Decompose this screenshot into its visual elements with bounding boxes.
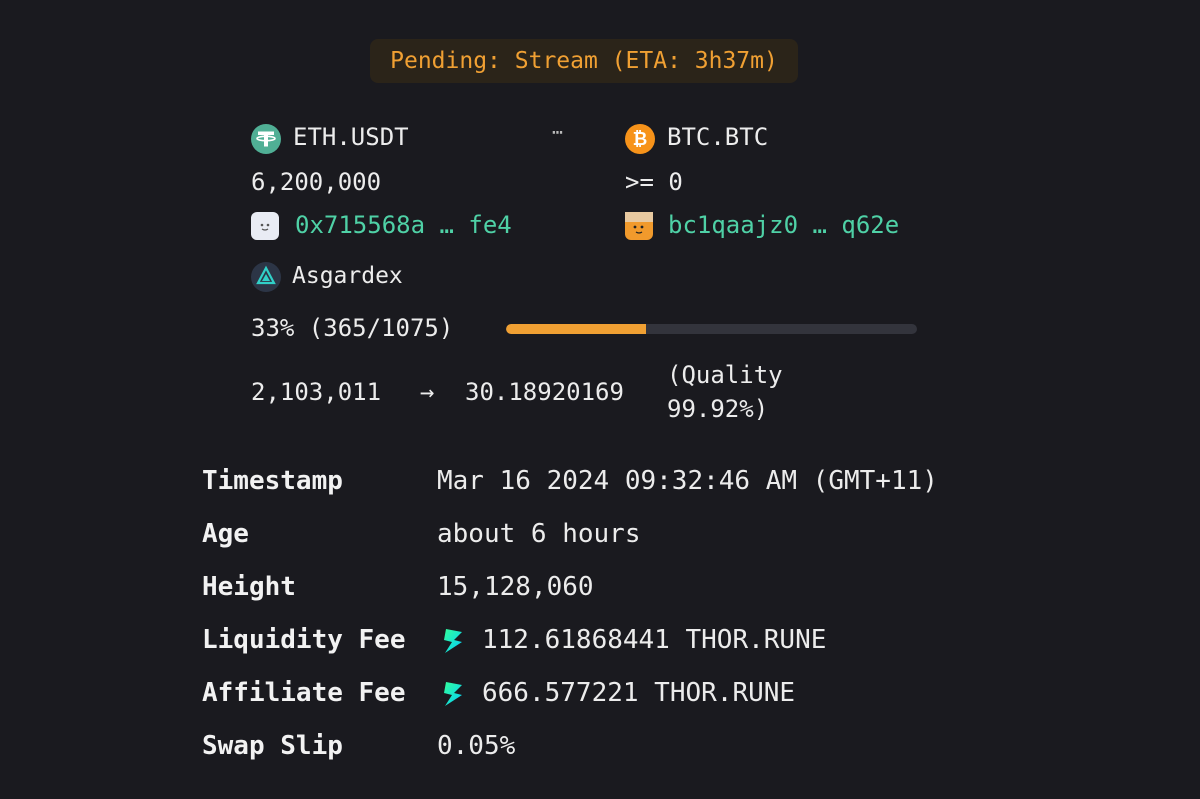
from-address-link[interactable]: 0x715568a … fe4 [295, 211, 512, 239]
to-address-link[interactable]: bc1qaajz0 … q62e [668, 211, 899, 239]
btc-coin-icon: ₿ [625, 124, 655, 154]
usdt-coin-icon [251, 124, 281, 154]
timestamp-value: Mar 16 2024 09:32:46 AM (GMT+11) [437, 466, 938, 496]
age-label: Age [202, 519, 249, 549]
stream-progress-text: 33% (365/1075) [251, 314, 454, 342]
height-link[interactable]: 15,128,060 [437, 572, 594, 602]
from-asset-name[interactable]: ETH.USDT [293, 123, 409, 151]
asgardex-logo-icon [251, 262, 281, 292]
stream-input-amount: 2,103,011 [251, 378, 382, 406]
rune-bolt-icon [442, 681, 464, 707]
stream-quality-line2: 99.92%) [667, 395, 769, 423]
stream-output-amount: 30.18920169 [465, 378, 624, 406]
stream-arrow-icon: → [420, 378, 435, 406]
to-amount: >= 0 [625, 168, 683, 196]
status-badge: Pending: Stream (ETA: 3h37m) [370, 39, 798, 83]
to-asset-name[interactable]: BTC.BTC [667, 123, 768, 151]
timestamp-label: Timestamp [202, 466, 343, 496]
svg-text:₿: ₿ [633, 129, 648, 150]
stream-quality-line1: (Quality [667, 361, 783, 389]
swap-separator: ⋯ [552, 122, 563, 143]
swap-slip-value: 0.05% [437, 731, 516, 761]
stream-progress-bar [506, 324, 917, 334]
age-value: about 6 hours [437, 519, 641, 549]
from-wallet-avatar-icon [251, 212, 279, 240]
rune-bolt-icon [442, 628, 464, 654]
from-amount: 6,200,000 [251, 168, 382, 196]
affiliate-fee-label: Affiliate Fee [202, 678, 406, 708]
affiliate-fee-value: 666.577221 THOR.RUNE [482, 678, 796, 708]
swap-slip-label: Swap Slip [202, 731, 343, 761]
stream-progress-fill [506, 324, 646, 334]
liquidity-fee-value: 112.61868441 THOR.RUNE [482, 625, 827, 655]
interface-name: Asgardex [292, 263, 403, 289]
to-wallet-avatar-icon [625, 212, 653, 240]
liquidity-fee-label: Liquidity Fee [202, 625, 406, 655]
height-label: Height [202, 572, 296, 602]
